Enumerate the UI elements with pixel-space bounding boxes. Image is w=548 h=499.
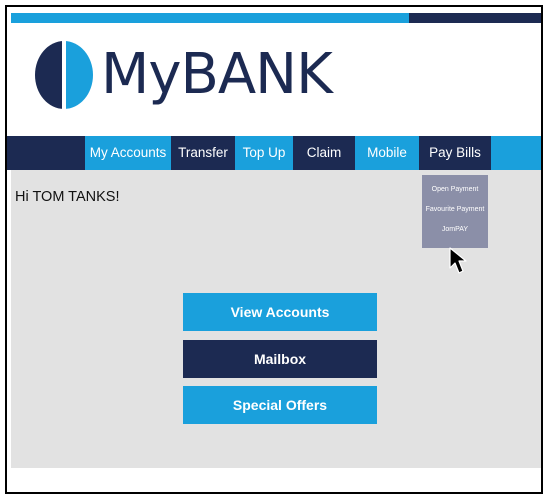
mailbox-button[interactable]: Mailbox (183, 340, 377, 378)
nav-left-cap (7, 136, 85, 170)
nav-item-pay-bills[interactable]: Pay Bills (419, 136, 491, 170)
nav-item-mobile[interactable]: Mobile (355, 136, 419, 170)
nav-item-transfer[interactable]: Transfer (171, 136, 235, 170)
special-offers-button[interactable]: Special Offers (183, 386, 377, 424)
dropdown-item-open-payment[interactable]: Open Payment (422, 180, 488, 200)
mouse-pointer-icon (449, 247, 467, 274)
main-nav: My Accounts Transfer Top Up Claim Mobile… (7, 136, 541, 170)
page-frame: MyBANK My Accounts Transfer Top Up Claim… (5, 5, 543, 494)
dropdown-item-jompay[interactable]: JomPAY (422, 220, 488, 240)
nav-item-claim[interactable]: Claim (293, 136, 355, 170)
nav-item-my-accounts[interactable]: My Accounts (85, 136, 171, 170)
top-accent-bar-light (11, 13, 409, 23)
pay-bills-dropdown: Open Payment Favourite Payment JomPAY (422, 175, 488, 248)
logo-text: MyBANK (101, 42, 333, 107)
half-circle-logo-icon (35, 40, 93, 110)
dropdown-item-favourite-payment[interactable]: Favourite Payment (422, 200, 488, 220)
view-accounts-button[interactable]: View Accounts (183, 293, 377, 331)
nav-item-top-up[interactable]: Top Up (235, 136, 293, 170)
greeting-text: Hi TOM TANKS! (15, 189, 120, 205)
brand-logo[interactable]: MyBANK (33, 40, 333, 110)
top-accent-bar (7, 13, 541, 23)
top-accent-bar-dark (409, 13, 541, 23)
